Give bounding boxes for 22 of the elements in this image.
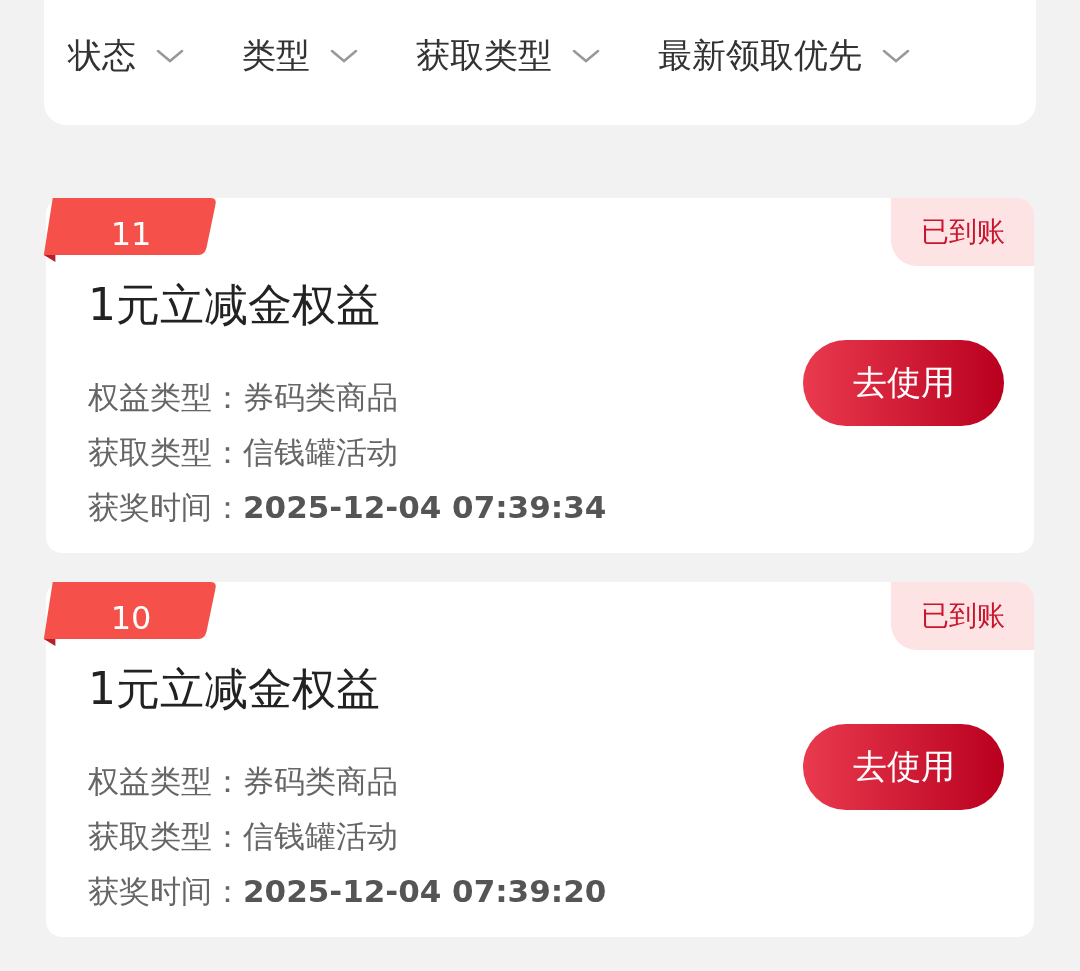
info-line: 获奖时间：2025-12-04 07:39:20 [88,872,608,911]
filter-dropdown[interactable]: 状态 [68,30,184,82]
chevron-down-icon [882,49,910,63]
rank-number: 11 [110,215,152,253]
chevron-down-icon [572,49,600,63]
filter-dropdown[interactable]: 最新领取优先 [658,30,910,82]
info-line: 获取类型：信钱罐活动 [88,433,399,472]
status-tag: 已到账 [891,582,1034,650]
status-tag: 已到账 [891,198,1034,266]
use-button[interactable]: 去使用 [803,724,1004,810]
info-line: 获取类型：信钱罐活动 [88,817,399,856]
benefit-title: 1元立减金权益 [88,662,381,716]
benefit-title: 1元立减金权益 [88,278,381,332]
filter-dropdown[interactable]: 获取类型 [416,30,600,82]
info-line: 权益类型：券码类商品 [88,762,399,801]
filter-dropdown[interactable]: 类型 [242,30,358,82]
info-line: 获奖时间：2025-12-04 07:39:34 [88,488,608,527]
chevron-down-icon [156,49,184,63]
info-line: 权益类型：券码类商品 [88,378,399,417]
rank-number: 10 [110,599,152,637]
use-button[interactable]: 去使用 [803,340,1004,426]
chevron-down-icon [330,49,358,63]
